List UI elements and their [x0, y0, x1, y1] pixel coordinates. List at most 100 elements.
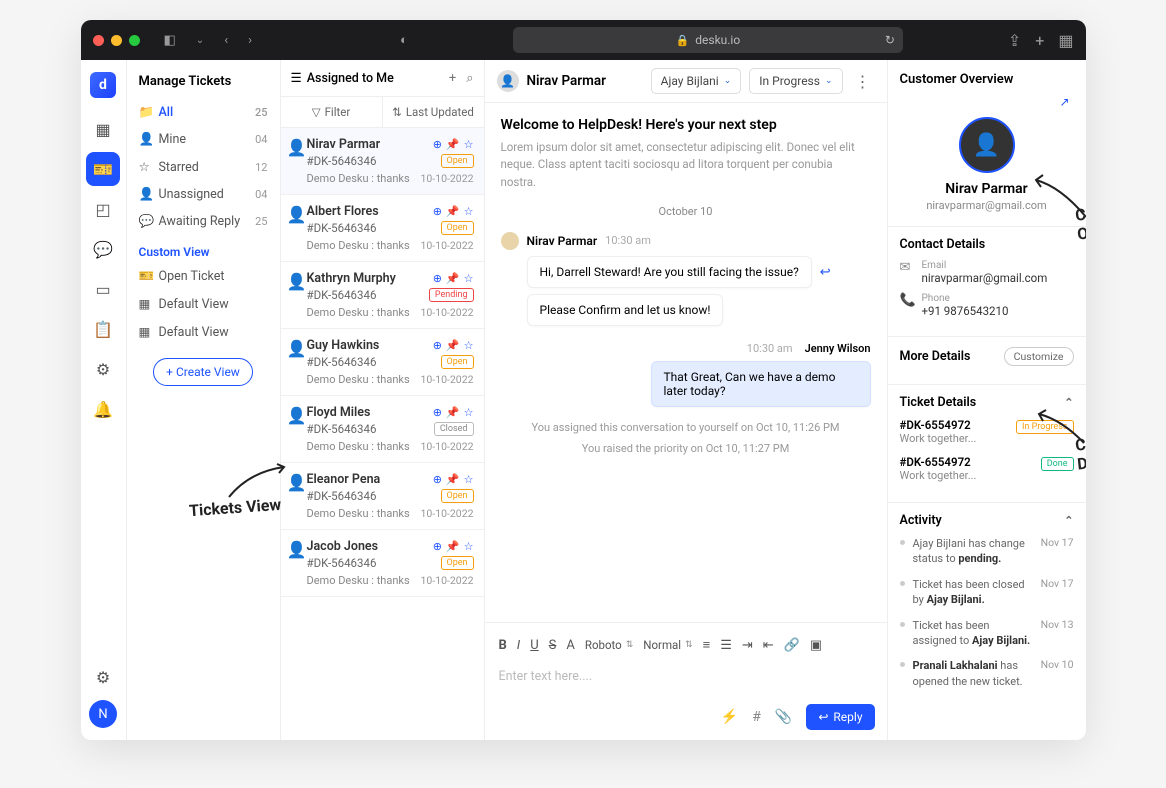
share-icon[interactable]: ⇪ [1008, 31, 1021, 50]
add-ticket-icon[interactable]: + [449, 71, 456, 86]
contact-name: Nirav Parmar [527, 73, 607, 89]
ticket-avatar-icon: 👤 [287, 406, 301, 425]
rail-dashboard-icon[interactable]: ▦ [86, 112, 120, 146]
ticket-card[interactable]: 👤 Eleanor Pena⊕📌☆ #DK-5646346Open Demo D… [281, 463, 484, 530]
star-icon[interactable]: ☆ [464, 406, 474, 419]
assign-icon[interactable]: ⊕ [433, 272, 442, 285]
customize-button[interactable]: Customize [1004, 347, 1074, 366]
assign-icon[interactable]: ⊕ [433, 339, 442, 352]
reply-icon[interactable]: ↩ [820, 265, 831, 280]
manage-item[interactable]: 👤Mine04 [127, 126, 280, 153]
search-icon[interactable]: ⌕ [466, 71, 473, 86]
star-icon[interactable]: ☆ [464, 540, 474, 553]
chevron-down-icon[interactable]: ⌄ [196, 35, 204, 46]
url-bar[interactable]: 🔒 desku.io ↻ [513, 27, 903, 53]
canned-response-icon[interactable]: # [752, 709, 761, 725]
activity-row: Ticket has been assigned to Ajay Bijlani… [900, 618, 1074, 649]
star-icon[interactable]: ☆ [464, 339, 474, 352]
back-icon[interactable]: ‹ [224, 33, 228, 48]
chevron-up-icon[interactable]: ⌃ [1064, 514, 1073, 527]
strike-icon[interactable]: S [549, 638, 557, 653]
rail-gear-icon[interactable]: ⚙ [86, 660, 120, 694]
font-dropdown[interactable]: Roboto⇅ [585, 638, 633, 652]
unordered-list-icon[interactable]: ☰ [720, 638, 732, 653]
user-avatar-icon[interactable]: N [89, 700, 117, 728]
assign-icon[interactable]: ⊕ [433, 473, 442, 486]
open-external-icon[interactable]: ↗ [1059, 95, 1073, 109]
underline-icon[interactable]: U [530, 638, 538, 653]
image-icon[interactable]: ▣ [810, 638, 822, 653]
pin-icon[interactable]: 📌 [446, 339, 460, 352]
ticket-card[interactable]: 👤 Kathryn Murphy⊕📌☆ #DK-5646346Pending D… [281, 262, 484, 329]
assign-icon[interactable]: ⊕ [433, 540, 442, 553]
star-icon[interactable]: ☆ [464, 272, 474, 285]
custom-view-item[interactable]: 🎫Open Ticket [127, 263, 280, 290]
pin-icon[interactable]: 📌 [446, 205, 460, 218]
sidebar-toggle-icon[interactable]: ◧ [164, 33, 176, 48]
ticket-card[interactable]: 👤 Guy Hawkins⊕📌☆ #DK-5646346Open Demo De… [281, 329, 484, 396]
pin-icon[interactable]: 📌 [446, 272, 460, 285]
rail-tickets-icon[interactable]: 🎫 [86, 152, 120, 186]
ai-assist-icon[interactable]: ⚡ [721, 709, 738, 725]
rail-tasks-icon[interactable]: ▭ [86, 272, 120, 306]
filter-button[interactable]: ▽Filter [281, 97, 383, 127]
bold-icon[interactable]: B [499, 638, 507, 653]
forward-icon[interactable]: › [248, 33, 252, 48]
star-icon[interactable]: ☆ [464, 473, 474, 486]
star-icon[interactable]: ☆ [464, 138, 474, 151]
sort-button[interactable]: ⇅Last Updated [383, 97, 484, 127]
pin-icon[interactable]: 📌 [446, 138, 460, 151]
more-menu-icon[interactable]: ⋮ [851, 72, 875, 91]
star-icon[interactable]: ☆ [464, 205, 474, 218]
rail-notify-icon[interactable]: 🔔 [86, 392, 120, 426]
create-view-button[interactable]: + Create View [153, 358, 253, 386]
text-color-icon[interactable]: A [566, 638, 574, 653]
customer-overview-title: Customer Overview [900, 72, 1014, 87]
window-controls[interactable] [93, 35, 140, 46]
reply-textarea[interactable]: Enter text here.... [497, 659, 875, 704]
manage-item[interactable]: 📁All25 [127, 99, 280, 126]
status-dropdown[interactable]: In Progress⌄ [749, 68, 842, 94]
assign-icon[interactable]: ⊕ [433, 406, 442, 419]
reload-icon[interactable]: ↻ [885, 33, 895, 47]
related-ticket-row[interactable]: In Progress#DK-6554972Work together... [900, 418, 1074, 445]
ticket-card[interactable]: 👤 Albert Flores⊕📌☆ #DK-5646346Open Demo … [281, 195, 484, 262]
reply-button[interactable]: ↩Reply [806, 704, 874, 730]
manage-item[interactable]: 💬Awaiting Reply25 [127, 208, 280, 235]
ticket-card[interactable]: 👤 Floyd Miles⊕📌☆ #DK-5646346Closed Demo … [281, 396, 484, 463]
minimize-window-icon[interactable] [111, 35, 122, 46]
rail-clipboard-icon[interactable]: 📋 [86, 312, 120, 346]
pin-icon[interactable]: 📌 [446, 406, 460, 419]
maximize-window-icon[interactable] [129, 35, 140, 46]
tabs-grid-icon[interactable]: ▦ [1058, 31, 1073, 50]
custom-view-item[interactable]: ▦Default View [127, 318, 280, 346]
new-tab-icon[interactable]: + [1035, 31, 1044, 50]
lock-icon: 🔒 [676, 34, 690, 47]
rail-chat-icon[interactable]: 💬 [86, 232, 120, 266]
ticket-card[interactable]: 👤 Nirav Parmar⊕📌☆ #DK-5646346Open Demo D… [281, 128, 484, 195]
manage-item[interactable]: 👤Unassigned04 [127, 181, 280, 208]
style-dropdown[interactable]: Normal⇅ [643, 638, 692, 652]
shield-icon[interactable]: ◐ [400, 32, 408, 48]
italic-icon[interactable]: I [517, 638, 520, 653]
link-icon[interactable]: 🔗 [784, 638, 800, 653]
outdent-icon[interactable]: ⇤ [763, 638, 774, 653]
assign-icon[interactable]: ⊕ [433, 138, 442, 151]
related-ticket-row[interactable]: Done#DK-6554972Work together... [900, 455, 1074, 482]
attachment-icon[interactable]: 📎 [775, 709, 792, 725]
pin-icon[interactable]: 📌 [446, 473, 460, 486]
rail-settings-icon[interactable]: ⚙ [86, 352, 120, 386]
assignee-dropdown[interactable]: Ajay Bijlani⌄ [651, 68, 742, 94]
pin-icon[interactable]: 📌 [446, 540, 460, 553]
indent-icon[interactable]: ⇥ [742, 638, 753, 653]
close-window-icon[interactable] [93, 35, 104, 46]
app-logo[interactable]: d [90, 72, 116, 98]
ordered-list-icon[interactable]: ≡ [703, 637, 711, 653]
assign-icon[interactable]: ⊕ [433, 205, 442, 218]
chevron-up-icon[interactable]: ⌃ [1064, 396, 1073, 409]
activity-row: Ticket has been closed by Ajay Bijlani.N… [900, 577, 1074, 608]
manage-item[interactable]: ☆Starred12 [127, 153, 280, 181]
ticket-card[interactable]: 👤 Jacob Jones⊕📌☆ #DK-5646346Open Demo De… [281, 530, 484, 597]
rail-contacts-icon[interactable]: ◰ [86, 192, 120, 226]
custom-view-item[interactable]: ▦Default View [127, 290, 280, 318]
